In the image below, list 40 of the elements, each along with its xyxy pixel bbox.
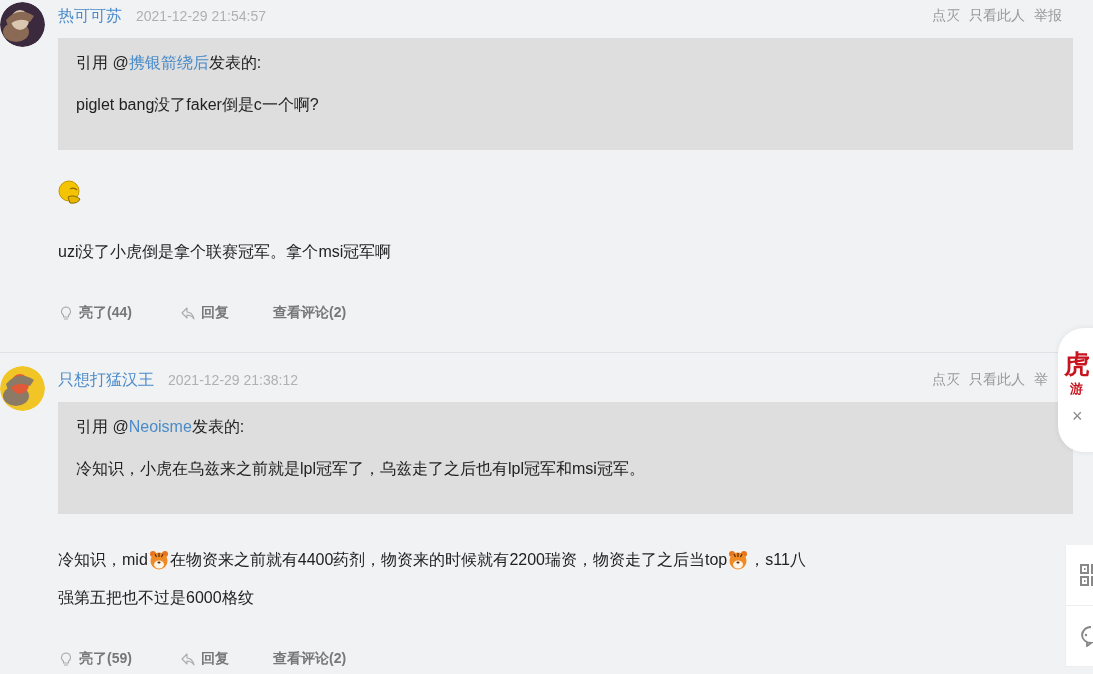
quote-text: piglet bang没了faker倒是c一个啊?	[76, 95, 320, 115]
lightbulb-icon	[58, 651, 74, 667]
like-button[interactable]: 亮了(59)	[58, 650, 180, 668]
avatar	[0, 366, 45, 411]
avatar	[0, 2, 45, 47]
floating-ad-card[interactable]: 虎 游 ×	[1058, 328, 1093, 452]
like-button[interactable]: 亮了(44)	[58, 304, 180, 322]
post-text: uzi没了小虎倒是拿个联赛冠军。拿个msi冠军啊	[58, 242, 392, 262]
reply-button[interactable]: 回复	[180, 304, 273, 322]
sticker-icon	[58, 180, 83, 205]
quote-header: 引用 @Neoisme发表的:	[76, 417, 246, 437]
username[interactable]: 只想打猛汉王	[58, 369, 154, 391]
post-text: ，s11八	[749, 550, 806, 570]
post-action-link[interactable]: 只看此人	[969, 7, 1025, 25]
tiger-icon	[148, 550, 169, 570]
quote-header: 引用 @携银箭绕后发表的:	[76, 53, 263, 73]
username[interactable]: 热可可苏	[58, 5, 122, 27]
post-text: 在物资来之前就有4400药剂，物资来的时候就有2200瑞资，物资走了之后当top	[169, 550, 728, 570]
quoted-user-link[interactable]: 携银箭绕后	[128, 54, 209, 71]
post-action-link[interactable]: 点灭	[932, 7, 960, 25]
comments-button[interactable]: 查看评论(2)	[273, 304, 347, 322]
lightbulb-icon	[58, 305, 74, 321]
post-action-link[interactable]: 举	[1034, 371, 1048, 389]
post-action-link[interactable]: 只看此人	[969, 371, 1025, 389]
post-time: 2021-12-29 21:38:12	[168, 372, 298, 388]
logo-subtext: 游	[1070, 382, 1083, 396]
quoted-user-link[interactable]: Neoisme	[128, 418, 192, 435]
tiger-icon	[728, 550, 749, 570]
reply-arrow-icon	[180, 305, 196, 321]
logo-text: 虎	[1064, 348, 1090, 380]
post-text: 冷知识，mid	[58, 550, 148, 570]
post-action-link[interactable]: 点灭	[932, 371, 960, 389]
post-text: 强第五把也不过是6000格纹	[58, 588, 254, 608]
post-action-link[interactable]: 举报	[1034, 7, 1062, 25]
post-time: 2021-12-29 21:54:57	[136, 8, 266, 24]
comments-button[interactable]: 查看评论(2)	[273, 650, 347, 668]
reply-arrow-icon	[180, 651, 196, 667]
quote-text: 冷知识，小虎在乌兹来之前就是lpl冠军了，乌兹走了之后也有lpl冠军和msi冠军。	[76, 459, 646, 479]
reply-button[interactable]: 回复	[180, 650, 273, 668]
close-button[interactable]: ×	[1072, 406, 1083, 426]
